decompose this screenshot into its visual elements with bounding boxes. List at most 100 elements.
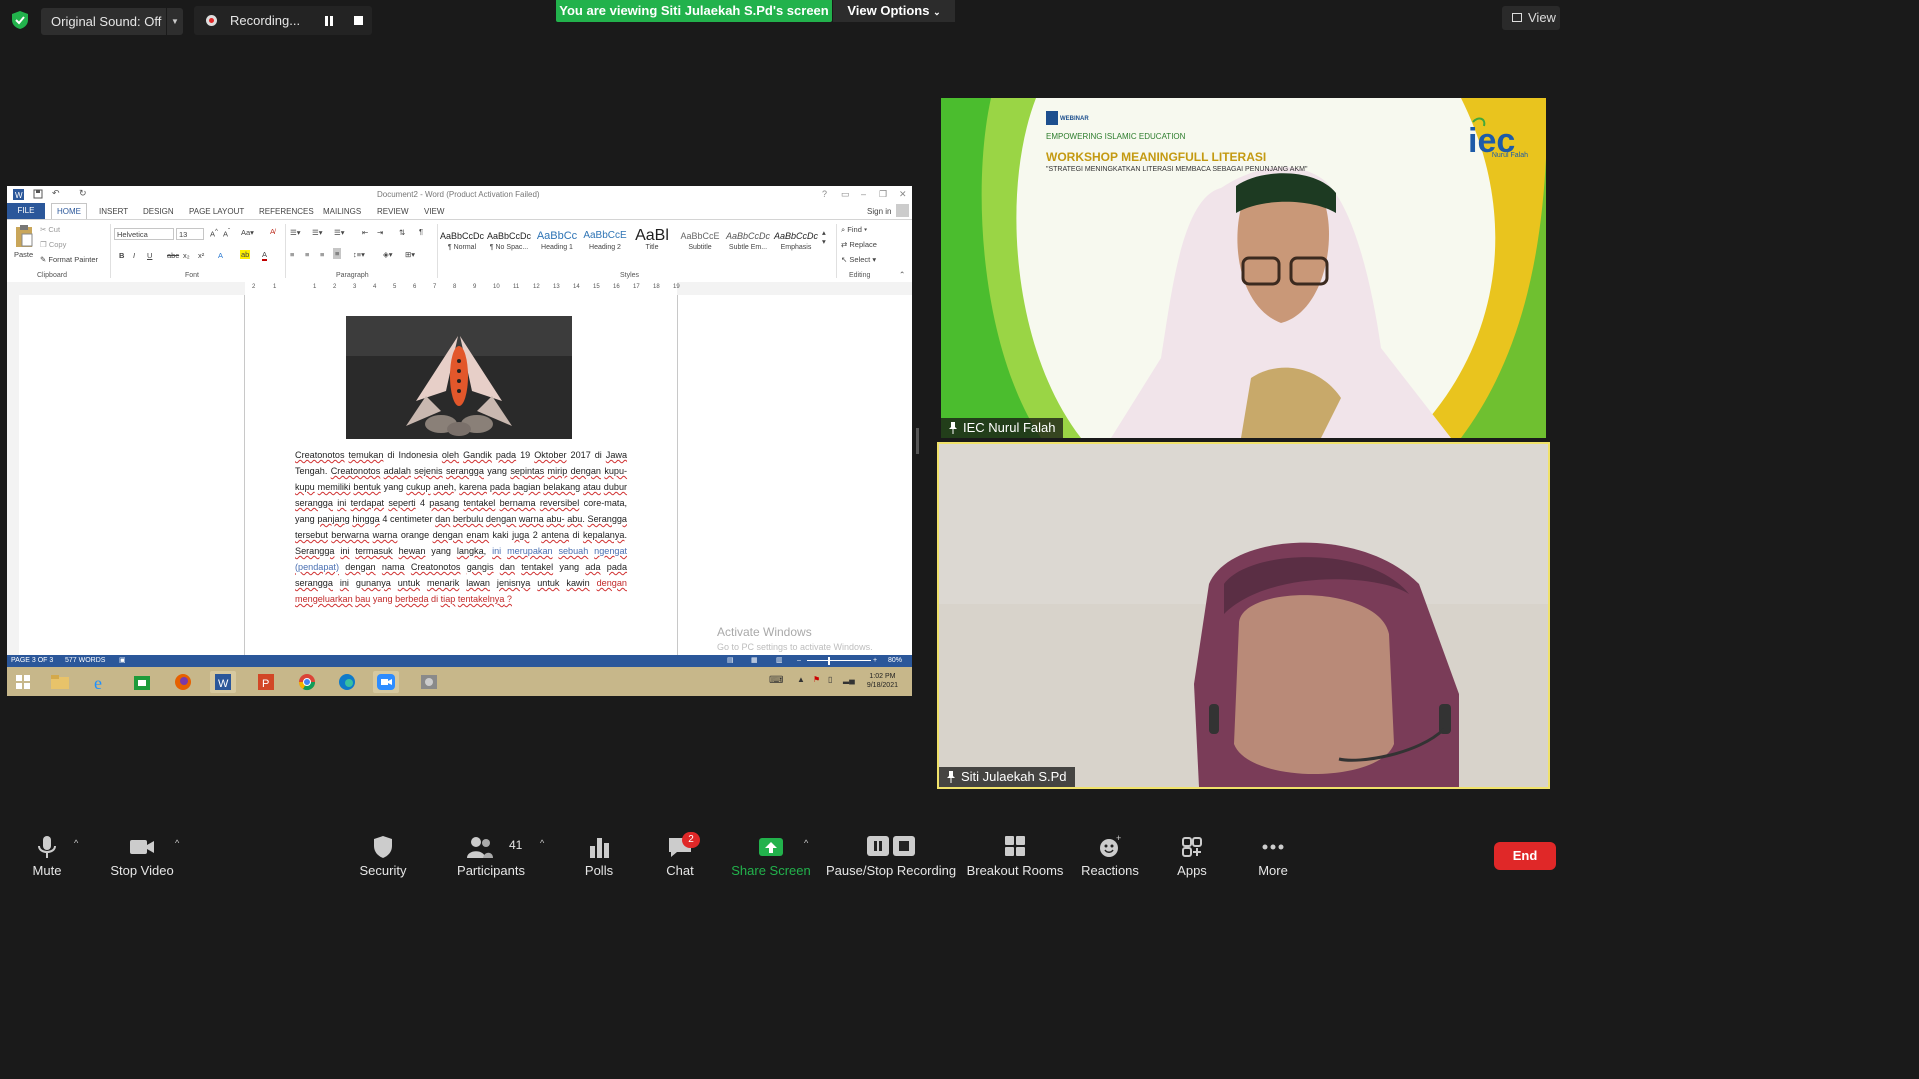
zoom-slider-thumb[interactable] bbox=[828, 657, 830, 665]
zoom-app-icon[interactable] bbox=[373, 671, 399, 693]
tab-home[interactable]: HOME bbox=[51, 203, 87, 219]
tab-review[interactable]: REVIEW bbox=[377, 207, 409, 216]
chrome-icon[interactable] bbox=[294, 671, 320, 693]
font-color-icon[interactable]: A bbox=[262, 250, 268, 261]
avatar[interactable] bbox=[896, 204, 909, 217]
style-subtle-emphasis[interactable]: AaBbCcDc Subtle Em... bbox=[725, 228, 771, 258]
style-no-spacing[interactable]: AaBbCcDc ¶ No Spac... bbox=[486, 228, 532, 258]
decrease-indent-icon[interactable]: ⇤ bbox=[362, 228, 368, 237]
italic-icon[interactable]: I bbox=[133, 251, 135, 260]
page-count[interactable]: PAGE 3 OF 3 bbox=[11, 655, 53, 667]
bullets-icon[interactable]: ☰▾ bbox=[290, 228, 301, 237]
taskbar-clock[interactable]: 1:02 PM 9/18/2021 bbox=[867, 672, 898, 690]
powerpoint-icon[interactable]: P bbox=[253, 671, 279, 693]
style-title[interactable]: AaBl Title bbox=[629, 228, 675, 258]
shared-screen-word-window[interactable]: W ↶ ↻ Document2 - Word (Product Activati… bbox=[7, 186, 912, 696]
style-heading-2[interactable]: AaBbCcE Heading 2 bbox=[582, 228, 628, 258]
document-body-text[interactable]: Creatonotos temukan di Indonesia oleh Ga… bbox=[295, 447, 627, 607]
bold-icon[interactable]: B bbox=[119, 251, 124, 260]
grow-font-icon[interactable]: A^ bbox=[210, 228, 218, 239]
style-normal[interactable]: AaBbCcDc ¶ Normal bbox=[439, 228, 485, 258]
video-tile-iec-nurul-falah[interactable]: WEBINAR EMPOWERING ISLAMIC EDUCATION WOR… bbox=[941, 98, 1546, 438]
firefox-icon[interactable] bbox=[170, 671, 196, 693]
print-layout-icon[interactable]: ▦ bbox=[751, 655, 758, 667]
font-name-input[interactable]: Helvetica bbox=[114, 228, 174, 240]
original-sound-toggle[interactable]: Original Sound: Off ▼ bbox=[41, 8, 183, 35]
pause-recording-icon[interactable] bbox=[324, 16, 334, 26]
font-size-input[interactable]: 13 bbox=[176, 228, 204, 240]
tab-design[interactable]: DESIGN bbox=[143, 207, 174, 216]
styles-scroll-icon[interactable]: ▴ ▾ bbox=[822, 228, 826, 246]
borders-icon[interactable]: ⊞▾ bbox=[405, 250, 415, 259]
shrink-font-icon[interactable]: Aˇ bbox=[223, 228, 230, 239]
align-left-icon[interactable]: ≡ bbox=[290, 250, 294, 259]
tab-mailings[interactable]: MAILINGS bbox=[323, 207, 361, 216]
cut-button[interactable]: ✂ Cut bbox=[40, 225, 60, 234]
audio-options-caret-icon[interactable]: ^ bbox=[74, 838, 78, 848]
zoom-out-icon[interactable]: – bbox=[797, 655, 801, 667]
help-icon[interactable]: ? bbox=[822, 189, 827, 199]
store-icon[interactable] bbox=[129, 671, 155, 693]
word-taskbar-icon[interactable]: W bbox=[210, 671, 236, 693]
web-layout-icon[interactable]: ▥ bbox=[776, 655, 783, 667]
ribbon-display-icon[interactable]: ▭ bbox=[841, 189, 850, 200]
zoom-in-icon[interactable]: + bbox=[873, 655, 877, 667]
select-button[interactable]: ↖ Select ▾ bbox=[841, 255, 876, 264]
style-subtitle[interactable]: AaBbCcE Subtitle bbox=[677, 228, 723, 258]
strikethrough-icon[interactable]: abc bbox=[167, 251, 179, 260]
text-effects-icon[interactable]: A bbox=[218, 251, 223, 260]
numbering-icon[interactable]: ☰▾ bbox=[312, 228, 323, 237]
tab-page-layout[interactable]: PAGE LAYOUT bbox=[189, 207, 244, 216]
file-explorer-icon[interactable] bbox=[47, 671, 73, 693]
line-spacing-icon[interactable]: ↕≡▾ bbox=[353, 250, 365, 259]
close-icon[interactable]: ✕ bbox=[899, 189, 907, 200]
minimize-icon[interactable]: – bbox=[861, 189, 866, 199]
multilevel-list-icon[interactable]: ☰▾ bbox=[334, 228, 345, 237]
show-marks-icon[interactable]: ¶ bbox=[419, 227, 423, 236]
change-case-icon[interactable]: Aa▾ bbox=[241, 228, 254, 237]
gallery-resize-handle[interactable] bbox=[916, 428, 919, 454]
more-button[interactable]: More bbox=[1218, 822, 1328, 882]
style-heading-1[interactable]: AaBbCc Heading 1 bbox=[534, 228, 580, 258]
app-taskbar-icon[interactable] bbox=[416, 671, 442, 693]
keyboard-icon[interactable]: ⌨ bbox=[769, 675, 783, 686]
copy-button[interactable]: ❐ Copy bbox=[40, 240, 66, 249]
network-icon[interactable]: ▂▄ bbox=[843, 675, 855, 684]
view-options-button[interactable]: View Options ⌄ bbox=[833, 0, 955, 22]
moth-image[interactable] bbox=[346, 316, 572, 439]
tab-view[interactable]: VIEW bbox=[424, 207, 444, 216]
document-canvas[interactable]: Creatonotos temukan di Indonesia oleh Ga… bbox=[19, 295, 912, 655]
share-screen-button[interactable]: Share Screen bbox=[716, 822, 826, 882]
shading-icon[interactable]: ◈▾ bbox=[383, 250, 393, 259]
zoom-level[interactable]: 80% bbox=[888, 655, 902, 667]
stop-video-button[interactable]: Stop Video bbox=[87, 822, 197, 882]
windows-start-icon[interactable] bbox=[10, 671, 36, 693]
horizontal-ruler[interactable]: 2 1 1 2 3 4 5 6 7 8 9 10 11 12 13 14 15 … bbox=[7, 282, 912, 295]
read-mode-icon[interactable]: ▤ bbox=[727, 655, 734, 667]
replace-button[interactable]: ⇄ Replace bbox=[841, 240, 877, 249]
shield-check-icon[interactable] bbox=[10, 10, 30, 30]
stop-recording-icon[interactable] bbox=[354, 16, 363, 25]
tray-expand-icon[interactable]: ▲ bbox=[797, 675, 805, 684]
restore-icon[interactable]: ❐ bbox=[879, 189, 887, 200]
view-button[interactable]: View bbox=[1502, 6, 1560, 30]
security-button[interactable]: Security bbox=[328, 822, 438, 882]
save-icon[interactable] bbox=[33, 189, 43, 199]
superscript-icon[interactable]: x² bbox=[198, 251, 204, 260]
format-painter-button[interactable]: ✎ Format Painter bbox=[40, 255, 98, 264]
clear-formatting-icon[interactable]: A̸ bbox=[270, 227, 275, 236]
tray-alert-icon[interactable]: ⚑ bbox=[813, 675, 820, 684]
internet-explorer-icon[interactable]: e bbox=[88, 671, 114, 693]
battery-icon[interactable]: ▯ bbox=[828, 675, 832, 684]
end-meeting-button[interactable]: End bbox=[1494, 842, 1556, 870]
word-count[interactable]: 577 WORDS bbox=[65, 655, 105, 667]
tab-file[interactable]: FILE bbox=[7, 203, 45, 219]
paste-button[interactable]: Paste bbox=[14, 250, 33, 259]
collapse-ribbon-icon[interactable]: ⌃ bbox=[899, 270, 905, 279]
justify-icon[interactable]: ≡ bbox=[333, 248, 342, 259]
style-emphasis[interactable]: AaBbCcDc Emphasis bbox=[773, 228, 819, 258]
chevron-down-icon[interactable]: ▼ bbox=[166, 8, 183, 35]
paste-icon[interactable] bbox=[14, 224, 34, 248]
align-center-icon[interactable]: ≡ bbox=[305, 250, 309, 259]
subscript-icon[interactable]: x₂ bbox=[183, 251, 190, 260]
